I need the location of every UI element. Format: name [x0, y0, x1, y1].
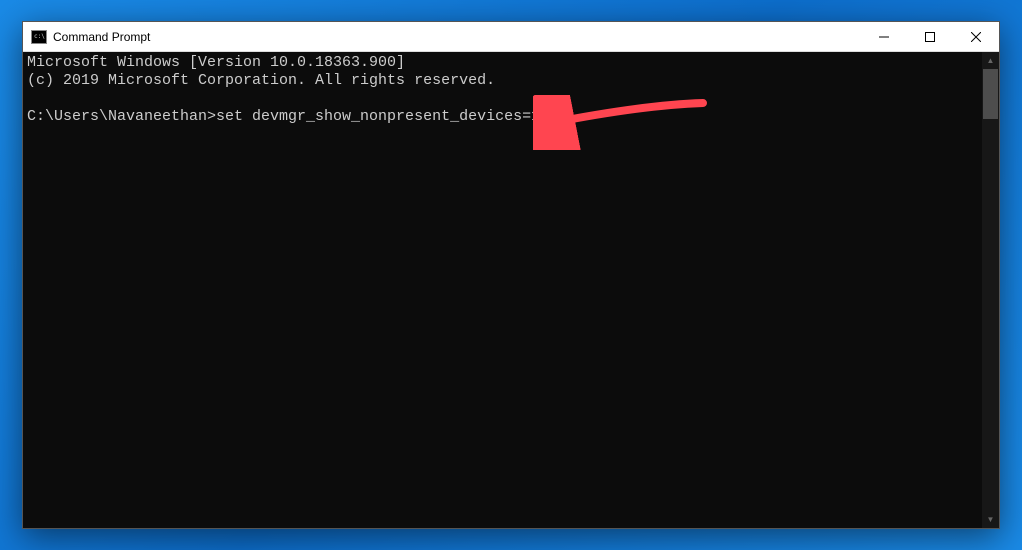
- copyright-line: (c) 2019 Microsoft Corporation. All righ…: [27, 72, 495, 89]
- window-controls: [861, 22, 999, 51]
- close-icon: [971, 32, 981, 42]
- command-prompt-window: Command Prompt Microsoft Windows [Versio…: [22, 21, 1000, 529]
- terminal-area[interactable]: Microsoft Windows [Version 10.0.18363.90…: [23, 52, 999, 528]
- entered-command[interactable]: set devmgr_show_nonpresent_devices=1: [216, 108, 540, 125]
- maximize-icon: [925, 32, 935, 42]
- scroll-up-arrow-icon[interactable]: ▲: [982, 52, 999, 69]
- minimize-icon: [879, 32, 889, 42]
- close-button[interactable]: [953, 22, 999, 51]
- title-bar[interactable]: Command Prompt: [23, 22, 999, 52]
- scroll-down-arrow-icon[interactable]: ▼: [982, 511, 999, 528]
- vertical-scrollbar[interactable]: ▲ ▼: [982, 52, 999, 528]
- os-version-line: Microsoft Windows [Version 10.0.18363.90…: [27, 54, 405, 71]
- window-title: Command Prompt: [53, 30, 150, 44]
- maximize-button[interactable]: [907, 22, 953, 51]
- prompt-path: C:\Users\Navaneethan>: [27, 108, 216, 125]
- minimize-button[interactable]: [861, 22, 907, 51]
- title-bar-left: Command Prompt: [31, 30, 150, 44]
- terminal-output: Microsoft Windows [Version 10.0.18363.90…: [27, 54, 999, 126]
- command-prompt-icon: [31, 30, 47, 44]
- scrollbar-thumb[interactable]: [983, 69, 998, 119]
